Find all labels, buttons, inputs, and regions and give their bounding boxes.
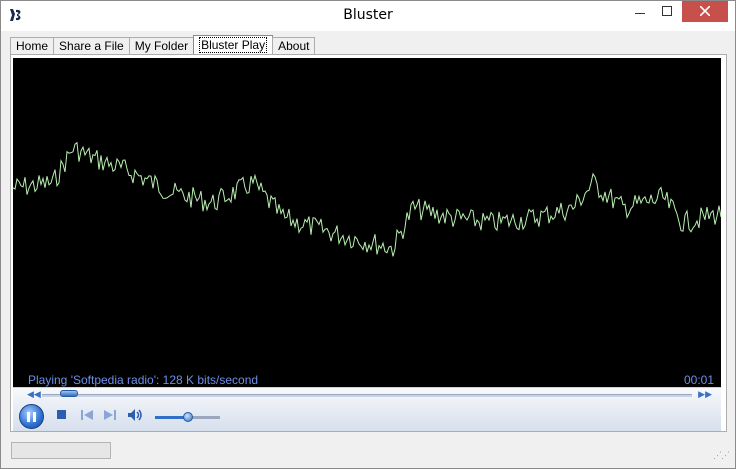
tab-my-folder[interactable]: My Folder	[128, 37, 195, 55]
seek-back-icon[interactable]: ◀◀	[27, 389, 41, 400]
status-field	[11, 442, 111, 459]
tab-share-a-file[interactable]: Share a File	[53, 37, 130, 55]
resize-grip-icon[interactable]: ⋰⋰	[713, 450, 730, 461]
previous-icon	[81, 409, 93, 423]
maximize-icon	[661, 5, 672, 19]
tab-strip: Home Share a File My Folder Bluster Play…	[10, 35, 316, 55]
stop-button[interactable]	[53, 408, 69, 424]
maximize-button[interactable]	[653, 1, 680, 22]
tab-label: About	[278, 39, 310, 53]
seek-forward-icon[interactable]: ▶▶	[698, 389, 712, 400]
close-button[interactable]	[682, 1, 728, 22]
elapsed-time: 00:01	[683, 373, 714, 387]
next-icon	[104, 409, 116, 423]
tab-label: Bluster Play	[199, 37, 268, 53]
pause-button[interactable]	[19, 404, 44, 429]
audio-visualizer: Playing 'Softpedia radio': 128 K bits/se…	[13, 58, 721, 387]
status-bar: ⋰⋰	[1, 438, 735, 468]
seek-thumb[interactable]	[60, 390, 78, 397]
tab-label: My Folder	[134, 39, 189, 53]
previous-button[interactable]	[79, 408, 95, 424]
mute-button[interactable]	[127, 408, 143, 424]
bluster-play-panel: Playing 'Softpedia radio': 128 K bits/se…	[10, 54, 727, 432]
app-window: Bluster Home Share a File My Folder Blus…	[0, 0, 736, 469]
tab-label: Home	[16, 39, 49, 53]
volume-thumb[interactable]	[183, 412, 193, 422]
tab-home[interactable]: Home	[10, 37, 55, 55]
title-bar[interactable]: Bluster	[1, 1, 735, 31]
playback-status: Playing 'Softpedia radio': 128 K bits/se…	[28, 373, 259, 387]
media-controls: ◀◀ ▶▶	[13, 387, 721, 431]
tab-about[interactable]: About	[272, 37, 316, 55]
minimize-button[interactable]	[626, 1, 653, 22]
pause-icon	[26, 411, 38, 422]
tab-bluster-play[interactable]: Bluster Play	[193, 35, 274, 55]
seek-bar[interactable]	[42, 394, 692, 397]
window-title: Bluster	[343, 7, 393, 23]
close-icon	[699, 4, 711, 19]
waveform-graphic	[13, 141, 721, 257]
tab-label: Share a File	[59, 39, 124, 53]
speaker-icon	[127, 408, 143, 425]
minimize-icon	[634, 5, 645, 19]
stop-icon	[56, 410, 66, 422]
next-button[interactable]	[102, 408, 118, 424]
